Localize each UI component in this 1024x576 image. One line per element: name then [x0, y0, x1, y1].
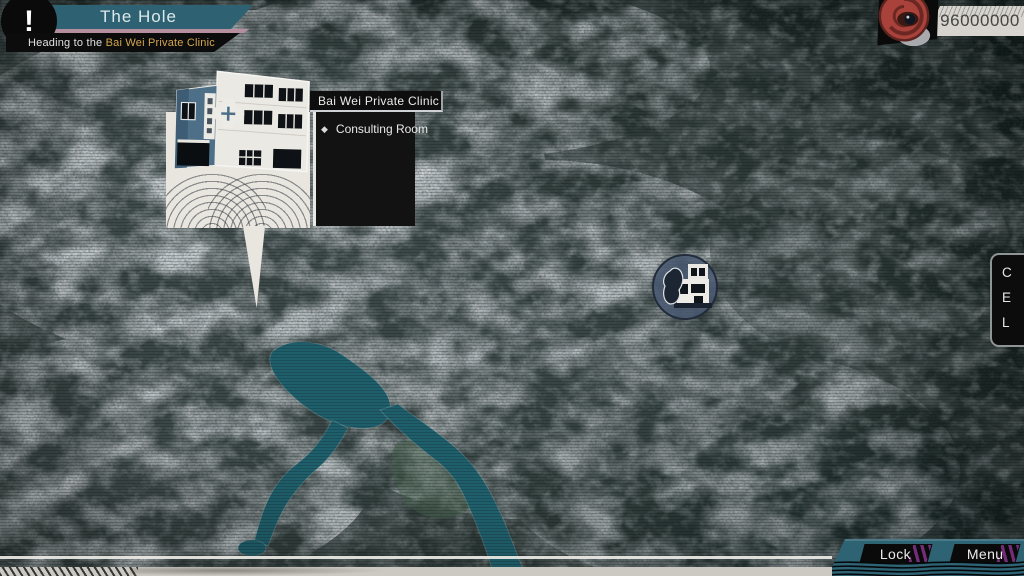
bottom-film-strip — [0, 567, 832, 576]
wave-pattern — [828, 561, 1024, 576]
menu-item-consulting-room[interactable]: ◆ Consulting Room — [316, 118, 415, 140]
house-circle-marker[interactable] — [650, 252, 720, 322]
popup-title: Bai Wei Private Clinic — [310, 91, 443, 112]
area-title-banner: The Hole — [34, 5, 253, 29]
footer-panel: Lock Menu — [828, 539, 1024, 576]
red-vortex-icon — [876, 0, 934, 50]
map-texture — [0, 0, 1024, 576]
side-tab-letter: L — [1002, 310, 1024, 335]
menu-item-label: Consulting Room — [336, 122, 428, 136]
clinic-popup: Bai Wei Private Clinic ◆ Consulting Room — [166, 60, 446, 310]
page-title: The Hole — [100, 7, 177, 27]
status-text: Heading to the — [28, 37, 106, 49]
title-underline — [38, 29, 249, 33]
clinic-building-illustration — [166, 64, 316, 184]
menu-button-label: Menu — [967, 546, 1004, 562]
status-destination: Bai Wei Private Clinic — [106, 37, 215, 49]
currency-plate: 96000000 — [926, 6, 1024, 36]
side-tab-letter: E — [1002, 285, 1024, 310]
lock-button-label: Lock — [880, 546, 911, 562]
popup-menu: ◆ Consulting Room — [313, 112, 415, 226]
side-tab-letter: C — [1002, 260, 1024, 285]
popup-title-text: Bai Wei Private Clinic — [318, 94, 439, 108]
map-road-line — [0, 556, 832, 559]
marker-pointer-tail — [243, 226, 265, 308]
currency-display: 96000000 — [874, 0, 1024, 52]
cell-side-tab[interactable]: C E L — [990, 253, 1024, 347]
game-screen: Bai Wei Private Clinic ◆ Consulting Room… — [0, 0, 1024, 576]
status-banner: Heading to the Bai Wei Private Clinic — [6, 33, 240, 52]
currency-value: 96000000 — [930, 11, 1020, 31]
diamond-bullet-icon: ◆ — [321, 124, 328, 135]
